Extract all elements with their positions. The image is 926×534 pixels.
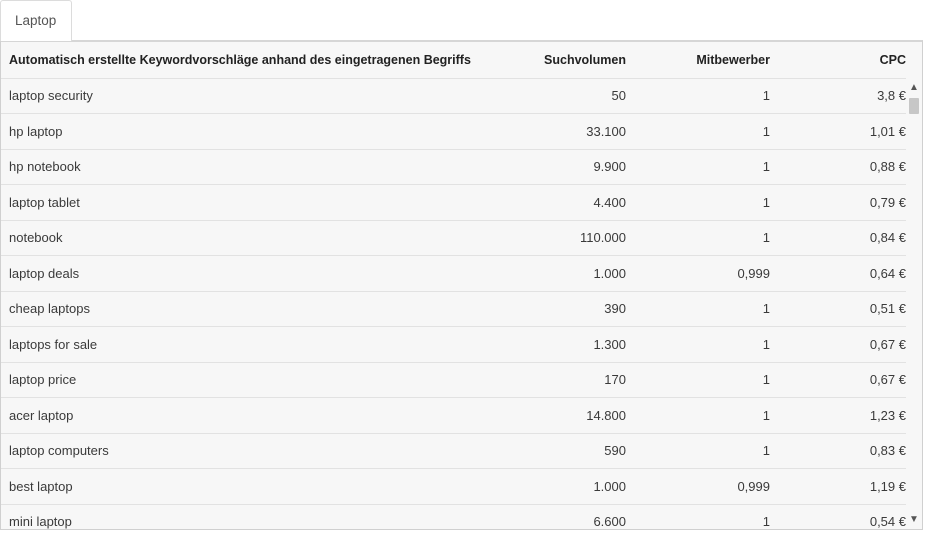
- chevron-down-icon[interactable]: ▼: [906, 512, 922, 528]
- table-row[interactable]: hp notebook 9.900 1 0,88 €: [1, 149, 914, 185]
- competitors-cell: 0,999: [634, 468, 770, 505]
- keyword-cell: acer laptop: [1, 397, 501, 434]
- table-row[interactable]: laptop tablet 4.400 1 0,79 €: [1, 184, 914, 221]
- table-row[interactable]: laptops for sale 1.300 1 0,67 €: [1, 326, 914, 363]
- keyword-cell: laptop deals: [1, 255, 501, 292]
- keyword-cell: laptop security: [1, 78, 501, 114]
- column-header-keyword[interactable]: Automatisch erstellte Keywordvorschläge …: [1, 42, 501, 79]
- table-row[interactable]: acer laptop 14.800 1 1,23 €: [1, 397, 914, 434]
- volume-cell: 1.000: [501, 468, 634, 505]
- competitors-cell: 1: [634, 291, 770, 327]
- keyword-cell: mini laptop: [1, 504, 501, 529]
- volume-cell: 110.000: [501, 220, 634, 256]
- tab-label: Laptop: [15, 13, 57, 28]
- scrollbar-thumb[interactable]: [909, 98, 919, 114]
- competitors-cell: 1: [634, 113, 770, 150]
- keyword-cell: hp laptop: [1, 113, 501, 150]
- competitors-cell: 1: [634, 184, 770, 221]
- table-row[interactable]: laptop deals 1.000 0,999 0,64 €: [1, 255, 914, 292]
- competitors-cell: 1: [634, 149, 770, 185]
- tab-laptop[interactable]: Laptop: [0, 0, 72, 41]
- competitors-cell: 1: [634, 433, 770, 469]
- keyword-cell: cheap laptops: [1, 291, 501, 327]
- keyword-panel: Automatisch erstellte Keywordvorschläge …: [0, 40, 923, 530]
- table-row[interactable]: laptop computers 590 1 0,83 €: [1, 433, 914, 469]
- volume-cell: 4.400: [501, 184, 634, 221]
- table-row[interactable]: best laptop 1.000 0,999 1,19 €: [1, 468, 914, 505]
- volume-cell: 6.600: [501, 504, 634, 529]
- volume-cell: 1.000: [501, 255, 634, 292]
- keyword-cell: hp notebook: [1, 149, 501, 185]
- cpc-cell: 0,79 €: [770, 184, 914, 221]
- competitors-cell: 0,999: [634, 255, 770, 292]
- vertical-scrollbar[interactable]: ▲ ▼: [906, 78, 922, 529]
- table-header-row: Automatisch erstellte Keywordvorschläge …: [1, 42, 914, 79]
- volume-cell: 50: [501, 78, 634, 114]
- cpc-cell: 0,54 €: [770, 504, 914, 529]
- keyword-cell: notebook: [1, 220, 501, 256]
- column-header-competitors[interactable]: Mitbewerber: [634, 42, 770, 79]
- competitors-cell: 1: [634, 397, 770, 434]
- column-header-cpc[interactable]: CPC: [770, 42, 914, 79]
- volume-cell: 590: [501, 433, 634, 469]
- cpc-cell: 1,23 €: [770, 397, 914, 434]
- cpc-cell: 0,51 €: [770, 291, 914, 327]
- volume-cell: 170: [501, 362, 634, 398]
- table-row[interactable]: cheap laptops 390 1 0,51 €: [1, 291, 914, 327]
- keyword-cell: laptop price: [1, 362, 501, 398]
- cpc-cell: 3,8 €: [770, 78, 914, 114]
- competitors-cell: 1: [634, 220, 770, 256]
- table-row[interactable]: mini laptop 6.600 1 0,54 €: [1, 504, 914, 529]
- table-row[interactable]: laptop price 170 1 0,67 €: [1, 362, 914, 398]
- keyword-cell: laptop computers: [1, 433, 501, 469]
- cpc-cell: 0,88 €: [770, 149, 914, 185]
- table-row[interactable]: hp laptop 33.100 1 1,01 €: [1, 113, 914, 150]
- table-row[interactable]: laptop security 50 1 3,8 €: [1, 78, 914, 114]
- competitors-cell: 1: [634, 504, 770, 529]
- competitors-cell: 1: [634, 78, 770, 114]
- volume-cell: 1.300: [501, 326, 634, 363]
- volume-cell: 9.900: [501, 149, 634, 185]
- competitors-cell: 1: [634, 362, 770, 398]
- tab-bar: Laptop: [0, 0, 926, 41]
- chevron-up-icon[interactable]: ▲: [906, 80, 922, 96]
- cpc-cell: 1,01 €: [770, 113, 914, 150]
- keyword-cell: best laptop: [1, 468, 501, 505]
- competitors-cell: 1: [634, 326, 770, 363]
- cpc-cell: 0,64 €: [770, 255, 914, 292]
- volume-cell: 14.800: [501, 397, 634, 434]
- cpc-cell: 1,19 €: [770, 468, 914, 505]
- keyword-table: Automatisch erstellte Keywordvorschläge …: [1, 42, 914, 529]
- column-header-volume[interactable]: Suchvolumen: [501, 42, 634, 79]
- cpc-cell: 0,84 €: [770, 220, 914, 256]
- keyword-cell: laptop tablet: [1, 184, 501, 221]
- table-body: laptop security 50 1 3,8 € hp laptop 33.…: [1, 78, 914, 529]
- cpc-cell: 0,67 €: [770, 362, 914, 398]
- table-row[interactable]: notebook 110.000 1 0,84 €: [1, 220, 914, 256]
- cpc-cell: 0,83 €: [770, 433, 914, 469]
- volume-cell: 33.100: [501, 113, 634, 150]
- volume-cell: 390: [501, 291, 634, 327]
- cpc-cell: 0,67 €: [770, 326, 914, 363]
- keyword-cell: laptops for sale: [1, 326, 501, 363]
